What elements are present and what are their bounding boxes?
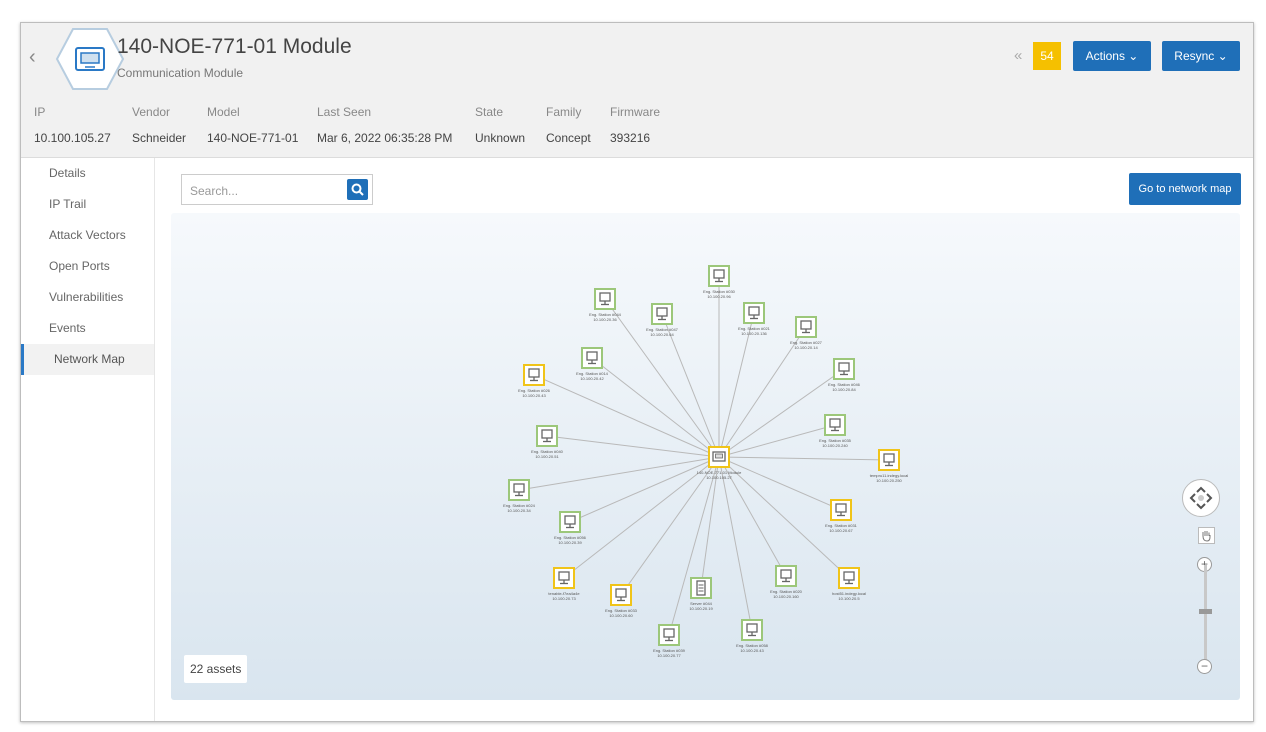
details-sidebar: Details IP Trail Attack Vectors Open Por… — [21, 158, 155, 721]
family-label: Family — [546, 105, 582, 119]
workstation-icon — [824, 414, 846, 436]
network-edge — [591, 357, 720, 458]
node-label: Eng. Station #033 10.100.20.60 — [605, 608, 637, 618]
node-label: host51.indegy.local 10.100.20.5 — [832, 591, 866, 601]
collapse-double-chevron-icon[interactable]: « — [1014, 47, 1022, 64]
search-icon — [351, 183, 364, 196]
network-map-canvas[interactable]: 140-NOE-771-01 Module 10.100.105.27 Eng.… — [171, 213, 1240, 700]
firmware-value: 393216 — [610, 131, 651, 145]
module-icon — [708, 446, 730, 468]
workstation-icon — [536, 425, 558, 447]
asset-count: 22 assets — [184, 655, 248, 683]
workstation-icon — [581, 347, 603, 369]
workstation-icon — [651, 303, 673, 325]
workstation-icon — [610, 584, 632, 606]
page-title: 140-NOE-771-01 Module — [117, 35, 352, 58]
family-value: Concept — [546, 131, 591, 145]
state-label: State — [475, 105, 504, 119]
ip-label: IP — [34, 105, 46, 119]
zoom-slider-handle[interactable] — [1199, 609, 1212, 614]
server-icon — [690, 577, 712, 599]
node-label: Eng. Station #021 10.100.20.136 — [738, 326, 770, 336]
node-label: Eng. Station #030 10.100.20.96 — [703, 289, 735, 299]
sidebar-item-vulnerabilities[interactable]: Vulnerabilities — [21, 282, 154, 313]
workstation-icon — [743, 302, 765, 324]
sidebar-item-details[interactable]: Details — [21, 158, 154, 189]
ip-value: 10.100.105.27 — [34, 131, 111, 145]
workstation-icon — [559, 511, 581, 533]
sidebar-item-attack-vectors[interactable]: Attack Vectors — [21, 220, 154, 251]
network-edge — [718, 424, 836, 458]
node-label: Eng. Station #047 10.100.20.64 — [646, 327, 678, 337]
center-node-label: 140-NOE-771-01 Module 10.100.105.27 — [696, 470, 742, 480]
node-label: tempru11.indegy.local 10.100.20.250 — [869, 473, 909, 483]
network-edge — [518, 456, 720, 491]
node-label: Eng. Station #031 10.100.20.67 — [825, 523, 857, 533]
pan-control-icon[interactable] — [1182, 479, 1220, 517]
search-button[interactable] — [347, 179, 368, 200]
vendor-label: Vendor — [132, 105, 171, 119]
state-value: Unknown — [475, 131, 526, 145]
last-seen-label: Last Seen — [317, 105, 372, 119]
model-label: Model — [207, 105, 240, 119]
zoom-out-button[interactable]: − — [1197, 659, 1212, 674]
workstation-icon — [741, 619, 763, 641]
risk-score-badge: 54 — [1033, 42, 1061, 70]
workstation-icon — [553, 567, 575, 589]
workstation-icon — [838, 567, 860, 589]
node-label: Eng. Station #026 10.100.20.43 — [518, 388, 550, 398]
page-subtitle: Communication Module — [117, 66, 244, 80]
module-hexagon-icon — [55, 27, 125, 91]
asset-header: ‹ 140-NOE-771-01 Module Communication Mo… — [21, 23, 1253, 158]
node-label: Eng. Station #014 10.100.20.42 — [576, 371, 608, 381]
sidebar-item-network-map[interactable]: Network Map — [21, 344, 154, 375]
vendor-value: Schneider — [132, 131, 187, 145]
firmware-label: Firmware — [610, 105, 660, 119]
workstation-icon — [658, 624, 680, 646]
node-label: Eng. Station #058 10.100.20.43 — [736, 643, 768, 653]
go-to-network-map-button[interactable]: Go to network map — [1129, 173, 1241, 205]
workstation-icon — [878, 449, 900, 471]
workstation-icon — [830, 499, 852, 521]
sidebar-item-open-ports[interactable]: Open Ports — [21, 251, 154, 282]
search-box — [181, 174, 373, 205]
node-label: Server #044 10.100.20.19 — [689, 601, 713, 611]
workstation-icon — [594, 288, 616, 310]
node-label: Eng. Station #046 10.100.20.84 — [828, 382, 860, 392]
workstation-icon — [795, 316, 817, 338]
workstation-icon — [708, 265, 730, 287]
asset-details-window: ‹ 140-NOE-771-01 Module Communication Mo… — [20, 22, 1254, 722]
sidebar-item-ip-trail[interactable]: IP Trail — [21, 189, 154, 220]
node-label: Eng. Station #044 10.100.20.36 — [589, 312, 621, 322]
network-edge — [569, 456, 720, 523]
node-label: Eng. Station #027 10.100.20.14 — [790, 340, 822, 350]
model-value: 140-NOE-771-01 — [207, 131, 299, 145]
network-edge — [718, 456, 890, 461]
network-edges — [518, 276, 890, 636]
hand-pan-icon[interactable] — [1198, 527, 1215, 544]
node-label: Eng. Station #024 10.100.20.34 — [503, 503, 535, 513]
node-label: Eng. Station #039 10.100.20.77 — [653, 648, 685, 658]
node-label: Eng. Station #020 10.100.20.160 — [770, 589, 802, 599]
workstation-icon — [833, 358, 855, 380]
last-seen-value: Mar 6, 2022 06:35:28 PM — [317, 131, 453, 145]
node-label: Eng. Station #040 10.100.20.51 — [531, 449, 563, 459]
actions-button[interactable]: Actions ⌄ — [1073, 41, 1151, 71]
resync-button[interactable]: Resync ⌄ — [1162, 41, 1240, 71]
workstation-icon — [523, 364, 545, 386]
network-edge — [546, 435, 720, 458]
node-label: Eng. Station #035 10.100.20.240 — [819, 438, 851, 448]
node-label: Eng. Station #056 10.100.20.39 — [554, 535, 586, 545]
workstation-icon — [775, 565, 797, 587]
search-input[interactable] — [188, 180, 342, 201]
sidebar-item-events[interactable]: Events — [21, 313, 154, 344]
back-chevron-icon[interactable]: ‹ — [29, 43, 43, 71]
node-label: tenable-f7ea4a4e 10.100.20.73 — [548, 591, 580, 601]
network-edge — [718, 456, 842, 511]
workstation-icon — [508, 479, 530, 501]
